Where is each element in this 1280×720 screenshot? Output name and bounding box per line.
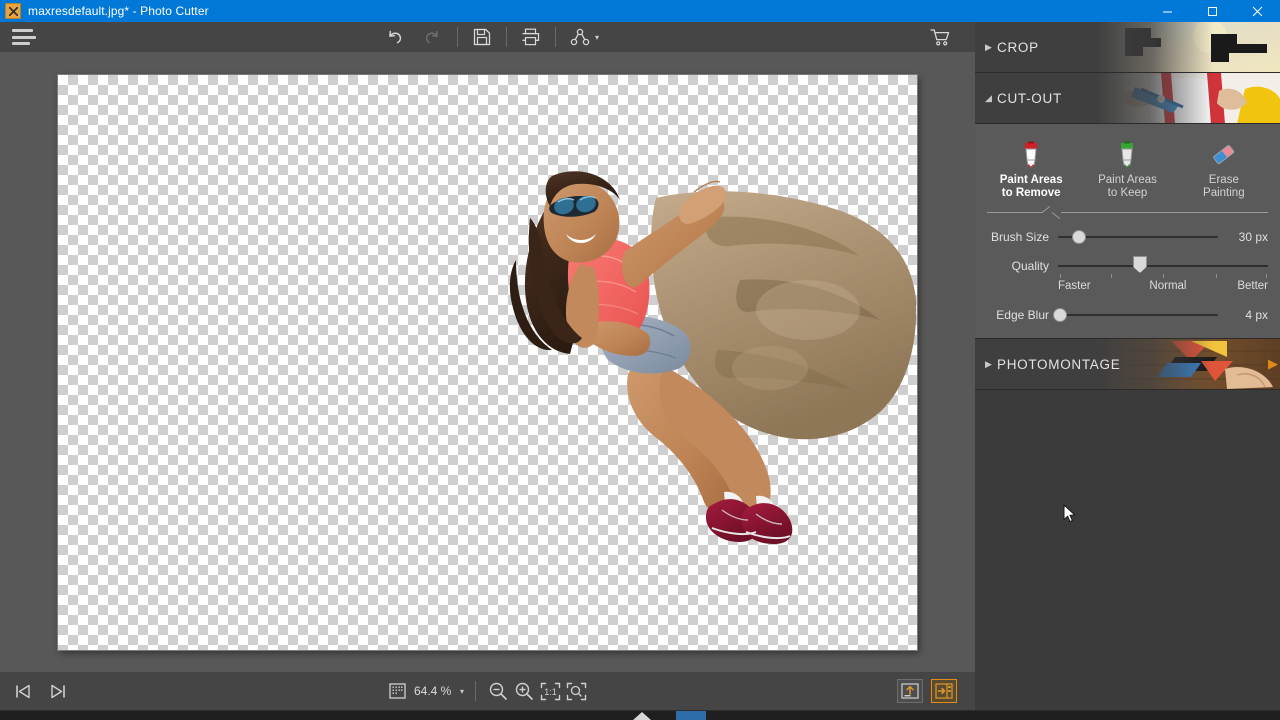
panel-empty-area — [975, 390, 1280, 720]
zoom-selection-icon — [388, 681, 408, 701]
minimize-button[interactable] — [1145, 0, 1190, 22]
section-header-cutout[interactable]: ◢ CUT-OUT — [975, 73, 1280, 124]
zoom-level-dropdown[interactable]: 64.4 % ▾ — [386, 681, 466, 701]
windows-taskbar — [0, 710, 1280, 720]
edge-blur-value: 4 px — [1245, 308, 1268, 322]
work-area[interactable] — [0, 52, 975, 672]
title-bar: maxresdefault.jpg* - Photo Cutter — [0, 0, 1280, 22]
photo-cutter-window: maxresdefault.jpg* - Photo Cutter ▾ 64.4… — [0, 0, 1280, 720]
fit-to-window-button[interactable] — [563, 678, 589, 704]
image-canvas[interactable] — [58, 75, 917, 650]
chevron-down-icon[interactable]: ▾ — [460, 687, 464, 696]
output-controls — [897, 679, 957, 703]
section-label-cutout: CUT-OUT — [997, 90, 1062, 106]
zoom-out-button[interactable] — [485, 678, 511, 704]
quality-handle[interactable] — [1132, 256, 1147, 273]
toolbar-center: ▾ — [0, 22, 975, 52]
side-panel: ▶ CROP ◢ CUT-OUT Paint Areas to Remove P… — [975, 22, 1280, 720]
quality-tick — [1110, 274, 1112, 278]
section-header-crop[interactable]: ▶ CROP — [975, 22, 1280, 73]
quality-tick-marks — [1058, 274, 1268, 280]
brush-size-handle[interactable] — [1071, 230, 1086, 244]
divider-line — [987, 212, 1268, 213]
edge-blur-label: Edge Blur — [996, 308, 1049, 322]
quality-tick — [1060, 274, 1062, 278]
save-button[interactable] — [463, 22, 501, 52]
redo-button[interactable] — [414, 22, 452, 52]
toolbar-divider — [505, 27, 507, 47]
actual-size-button[interactable]: 1:1 — [537, 678, 563, 704]
quality-scale-labels: Faster Normal Better — [1058, 280, 1268, 292]
cutout-panel-body: Paint Areas to Remove Paint Areas to Kee… — [975, 124, 1280, 339]
selection-notch — [1043, 208, 1061, 217]
section-header-photomontage[interactable]: ▶ PHOTOMONTAGE — [975, 339, 1280, 390]
zoom-controls: 64.4 % ▾ 1:1 — [0, 672, 975, 710]
show-hidden-icons-arrow[interactable] — [633, 712, 651, 720]
undo-button[interactable] — [376, 22, 414, 52]
share-button[interactable] — [561, 22, 599, 52]
toolbar-right — [921, 22, 959, 52]
tool-label-paint-keep: Paint Areas to Keep — [1098, 174, 1157, 199]
slider-rail — [1058, 265, 1268, 267]
brush-size-label: Brush Size — [990, 230, 1049, 244]
quality-row: Quality — [987, 256, 1268, 274]
quality-slider[interactable] — [1058, 256, 1268, 274]
brush-size-row: Brush Size 30 px — [975, 228, 1280, 246]
brush-size-slider[interactable] — [1058, 228, 1218, 246]
eraser-icon — [1176, 140, 1272, 170]
panel-edge-handle[interactable]: ▶ — [1268, 355, 1278, 373]
shopping-cart-button[interactable] — [921, 22, 959, 52]
section-label-photomontage: PHOTOMONTAGE — [997, 356, 1121, 372]
edge-blur-slider[interactable] — [1052, 306, 1218, 324]
quality-label: Quality — [1011, 259, 1049, 273]
selected-tool-indicator — [987, 208, 1268, 217]
toolbar-divider — [456, 27, 458, 47]
zoom-level-value: 64.4 % — [413, 684, 452, 698]
toolbar-divider — [554, 27, 556, 47]
status-divider — [475, 681, 476, 701]
main-toolbar: ▾ — [0, 22, 975, 52]
edge-blur-handle[interactable] — [1052, 308, 1067, 322]
print-button[interactable] — [512, 22, 550, 52]
maximize-button[interactable] — [1190, 0, 1235, 22]
toggle-side-panel-button[interactable] — [931, 679, 957, 703]
tool-paint-areas-to-keep[interactable]: Paint Areas to Keep — [1079, 140, 1175, 200]
quality-label-better: Better — [1237, 280, 1268, 292]
chevron-right-icon: ▶ — [985, 358, 992, 369]
zoom-in-button[interactable] — [511, 678, 537, 704]
brush-size-value: 30 px — [1238, 230, 1268, 244]
cutout-subject-image — [508, 160, 917, 545]
app-icon — [5, 3, 21, 19]
share-dropdown-caret[interactable]: ▾ — [595, 33, 599, 42]
quality-tick — [1163, 274, 1164, 278]
tool-label-paint-remove: Paint Areas to Remove — [999, 174, 1063, 199]
section-label-crop: CROP — [997, 39, 1039, 55]
chevron-right-icon: ▶ — [985, 41, 992, 52]
tool-erase-painting[interactable]: Erase Painting — [1176, 140, 1272, 200]
tool-paint-areas-to-remove[interactable]: Paint Areas to Remove — [983, 140, 1079, 200]
red-marker-icon — [983, 140, 1079, 170]
slider-rail — [1058, 314, 1218, 316]
export-image-button[interactable] — [897, 679, 923, 703]
edge-blur-row: Edge Blur 4 px — [975, 306, 1280, 324]
status-bar: 64.4 % ▾ 1:1 — [0, 672, 975, 710]
quality-control: Quality Faster Normal Better — [975, 256, 1280, 292]
quality-tick — [1215, 274, 1217, 278]
cutout-tool-group: Paint Areas to Remove Paint Areas to Kee… — [975, 134, 1280, 200]
green-marker-icon — [1079, 140, 1175, 170]
quality-label-normal: Normal — [1149, 280, 1187, 292]
triangle-expanded-icon: ◢ — [985, 92, 992, 103]
window-title: maxresdefault.jpg* - Photo Cutter — [28, 4, 209, 18]
taskbar-highlight — [676, 711, 706, 720]
window-controls — [1145, 0, 1280, 22]
quality-label-faster: Faster — [1058, 280, 1091, 292]
close-button[interactable] — [1235, 0, 1280, 22]
quality-tick — [1265, 274, 1267, 278]
svg-text:1:1: 1:1 — [544, 687, 557, 697]
tool-label-erase-painting: Erase Painting — [1203, 174, 1245, 199]
